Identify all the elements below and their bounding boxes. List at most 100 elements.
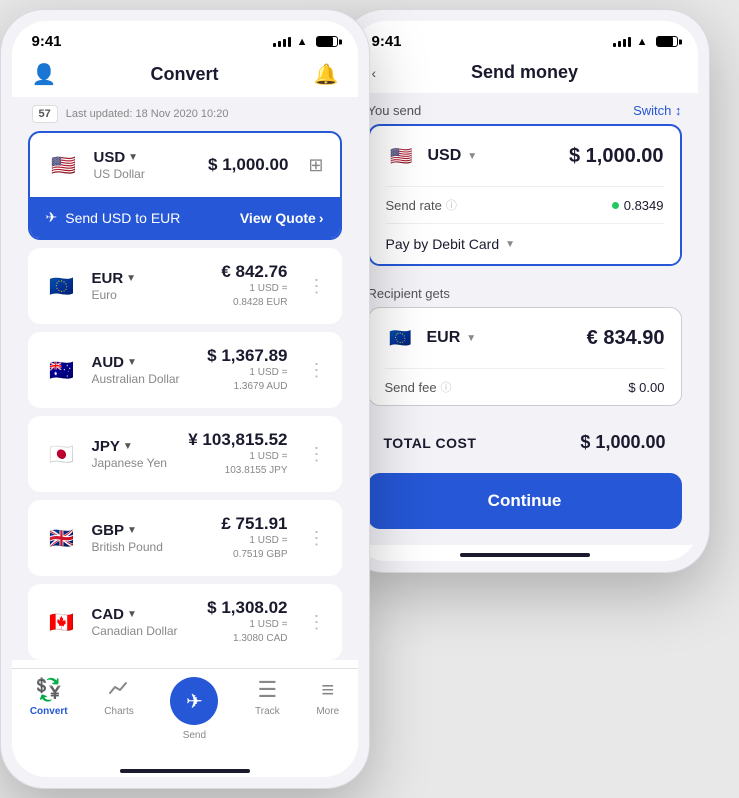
pay-method-row[interactable]: Pay by Debit Card ▼ [370, 224, 680, 264]
gbp-name: British Pound [92, 540, 210, 554]
aud-amount: $ 1,367.89 [207, 346, 287, 366]
to-amount: € 834.90 [486, 327, 664, 350]
more-tab-label: More [316, 706, 339, 717]
total-cost-label: TOTAL COST [384, 435, 477, 451]
you-send-section: You send Switch ↕ [368, 93, 682, 124]
pay-dropdown-icon: ▼ [505, 239, 515, 250]
from-currency-selector[interactable]: USD ▼ [428, 147, 478, 165]
to-currency-code: EUR [427, 329, 461, 347]
rate-dot-icon [612, 202, 619, 209]
base-currency-card[interactable]: 🇺🇸 USD ▼ US Dollar $ 1,000.00 ⊞ [28, 131, 342, 240]
from-amount[interactable]: $ 1,000.00 [487, 145, 663, 168]
send-money-header: ‹ Send money [352, 56, 698, 93]
to-currency-selector[interactable]: EUR ▼ [427, 329, 477, 347]
aud-more-icon[interactable]: ⋮ [308, 360, 326, 381]
to-currency-card[interactable]: 🇪🇺 EUR ▼ € 834.90 Send fee ⓘ [368, 307, 682, 406]
eur-name: Euro [92, 288, 210, 302]
eur-card[interactable]: 🇪🇺 EUR ▼ Euro € 842.76 1 USD =0.8428 EUR… [28, 248, 342, 324]
cad-amount: $ 1,308.02 [207, 598, 287, 618]
from-flag: 🇺🇸 [386, 140, 418, 172]
convert-tab-label: Convert [30, 706, 68, 717]
send-fee-value: $ 0.00 [628, 380, 664, 395]
gbp-flag: 🇬🇧 [44, 520, 80, 556]
view-quote-btn[interactable]: View Quote › [240, 210, 324, 226]
pay-method-label: Pay by Debit Card [386, 236, 500, 252]
time-left: 9:41 [32, 33, 62, 50]
wifi-icon: ▲ [297, 36, 308, 48]
cad-info: CAD ▼ Canadian Dollar [92, 606, 196, 638]
aud-rate: 1 USD =1.3679 AUD [207, 366, 287, 394]
convert-title: Convert [56, 64, 314, 85]
charts-tab-icon [108, 677, 130, 703]
jpy-code: JPY ▼ [92, 438, 177, 455]
aud-amount-block: $ 1,367.89 1 USD =1.3679 AUD [207, 346, 287, 394]
jpy-flag: 🇯🇵 [44, 436, 80, 472]
status-bar-left: 9:41 ▲ [12, 21, 358, 56]
last-updated-text: Last updated: 18 Nov 2020 10:20 [66, 108, 229, 120]
home-indicator-right [460, 553, 590, 557]
time-right: 9:41 [372, 33, 402, 50]
from-currency-card[interactable]: 🇺🇸 USD ▼ $ 1,000.00 Send rate ⓘ [368, 124, 682, 266]
usd-code: USD ▼ [94, 149, 197, 166]
recipient-gets-section: Recipient gets [368, 276, 682, 307]
back-icon[interactable]: ‹ [372, 65, 396, 81]
tab-convert[interactable]: 💱 Convert [30, 677, 68, 741]
jpy-amount-block: ¥ 103,815.52 1 USD =103.8155 JPY [188, 430, 287, 478]
convert-header: 👤 Convert 🔔 [12, 56, 358, 97]
cad-rate: 1 USD =1.3080 CAD [207, 618, 287, 646]
send-plane-icon: ✈ [46, 209, 58, 226]
eur-amount: € 842.76 [221, 262, 287, 282]
gbp-rate: 1 USD =0.7519 GBP [221, 534, 287, 562]
switch-btn[interactable]: Switch ↕ [633, 103, 681, 118]
cad-amount-block: $ 1,308.02 1 USD =1.3080 CAD [207, 598, 287, 646]
cad-more-icon[interactable]: ⋮ [308, 612, 326, 633]
update-badge: 57 [32, 105, 58, 123]
usd-info: USD ▼ US Dollar [94, 149, 197, 181]
eur-amount-block: € 842.76 1 USD =0.8428 EUR [221, 262, 287, 310]
usd-name: US Dollar [94, 167, 197, 181]
status-bar-right: 9:41 ▲ [352, 21, 698, 56]
jpy-more-icon[interactable]: ⋮ [308, 444, 326, 465]
tab-charts[interactable]: Charts [104, 677, 133, 741]
signal-icon [273, 37, 291, 47]
to-flag: 🇪🇺 [385, 322, 417, 354]
send-money-content: You send Switch ↕ 🇺🇸 USD ▼ $ 1,000.00 [352, 93, 698, 545]
aud-flag: 🇦🇺 [44, 352, 80, 388]
tab-bar-left: 💱 Convert Charts ✈ Send ☰ [12, 668, 358, 761]
convert-phone: 9:41 ▲ 👤 Convert [0, 9, 370, 789]
jpy-card[interactable]: 🇯🇵 JPY ▼ Japanese Yen ¥ 103,815.52 1 USD… [28, 416, 342, 492]
gbp-card[interactable]: 🇬🇧 GBP ▼ British Pound £ 751.91 1 USD =0… [28, 500, 342, 576]
send-label: ✈ Send USD to EUR [46, 209, 181, 226]
battery-icon [316, 36, 338, 47]
from-currency-code: USD [428, 147, 462, 165]
eur-info: EUR ▼ Euro [92, 270, 210, 302]
gbp-more-icon[interactable]: ⋮ [308, 528, 326, 549]
wifi-icon-right: ▲ [637, 36, 648, 48]
gbp-info: GBP ▼ British Pound [92, 522, 210, 554]
jpy-rate: 1 USD =103.8155 JPY [188, 450, 287, 478]
cad-name: Canadian Dollar [92, 624, 196, 638]
bell-icon[interactable]: 🔔 [314, 62, 338, 87]
tab-send[interactable]: ✈ Send [170, 677, 218, 741]
eur-more-icon[interactable]: ⋮ [308, 276, 326, 297]
continue-button[interactable]: Continue [368, 473, 682, 529]
eur-flag: 🇪🇺 [44, 268, 80, 304]
tab-track[interactable]: ☰ Track [255, 677, 280, 741]
send-rate-value: 0.8349 [612, 198, 664, 213]
send-money-title: Send money [396, 62, 654, 83]
battery-icon-right [656, 36, 678, 47]
aud-card[interactable]: 🇦🇺 AUD ▼ Australian Dollar $ 1,367.89 1 … [28, 332, 342, 408]
tab-more[interactable]: ≡ More [316, 677, 339, 741]
send-rate-label: Send rate ⓘ [386, 197, 457, 213]
cad-flag: 🇨🇦 [44, 604, 80, 640]
you-send-label: You send [368, 103, 422, 118]
cad-card[interactable]: 🇨🇦 CAD ▼ Canadian Dollar $ 1,308.02 1 US… [28, 584, 342, 660]
convert-content: 57 Last updated: 18 Nov 2020 10:20 🇺🇸 US… [12, 97, 358, 660]
track-tab-label: Track [255, 706, 280, 717]
total-cost-value: $ 1,000.00 [580, 432, 665, 453]
send-quote-row[interactable]: ✈ Send USD to EUR View Quote › [30, 197, 340, 238]
send-tab-icon[interactable]: ✈ [170, 677, 218, 725]
profile-icon[interactable]: 👤 [32, 62, 56, 87]
aud-name: Australian Dollar [92, 372, 196, 386]
calculator-icon[interactable]: ⊞ [308, 155, 323, 176]
